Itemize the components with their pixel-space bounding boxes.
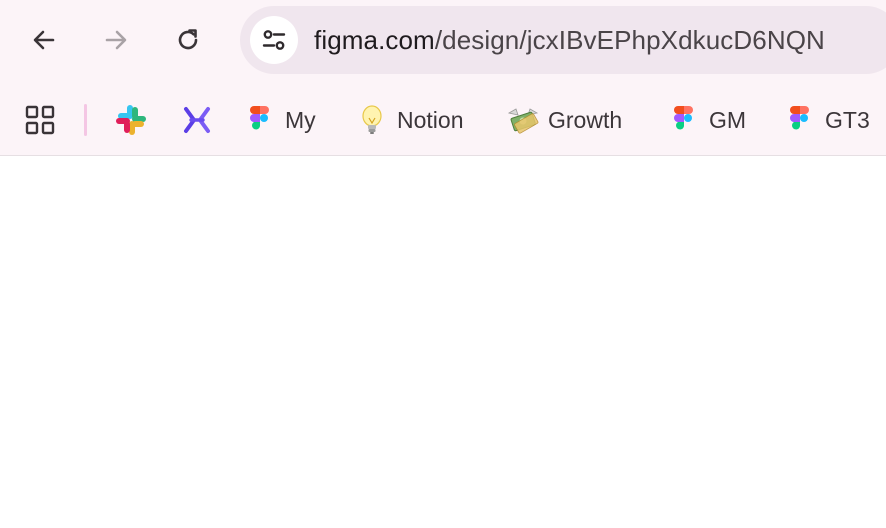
figma-icon bbox=[783, 103, 817, 137]
url-text[interactable]: figma.com/design/jcxIBvEPhpXdkucD6NQN bbox=[314, 24, 825, 56]
figma-icon bbox=[243, 103, 277, 137]
bookmark-label: My bbox=[285, 106, 316, 133]
bookmark-label: GM bbox=[709, 106, 747, 133]
bookmark-label: Growth bbox=[548, 106, 623, 133]
bookmark-gt3[interactable]: GT3 bbox=[783, 100, 870, 140]
bookmark-gm[interactable]: GM bbox=[667, 100, 746, 140]
forward-button[interactable] bbox=[96, 20, 136, 60]
bookmark-label: GT3 bbox=[825, 106, 870, 133]
bookmarks-bar: My Notion Growth GM GT3 bbox=[0, 94, 886, 146]
apps-grid-icon bbox=[25, 105, 55, 135]
arrow-right-icon bbox=[105, 30, 127, 50]
navigation-toolbar: figma.com/design/jcxIBvEPhpXdkucD6NQN bbox=[0, 0, 886, 82]
address-bar[interactable]: figma.com/design/jcxIBvEPhpXdkucD6NQN bbox=[240, 6, 886, 74]
slack-icon bbox=[114, 103, 148, 137]
url-domain: figma.com bbox=[314, 25, 435, 55]
bookmark-slack[interactable] bbox=[114, 100, 148, 140]
reload-icon bbox=[178, 29, 198, 50]
bookmark-x-logo[interactable] bbox=[180, 100, 214, 140]
lightbulb-icon bbox=[355, 103, 389, 137]
bookmark-my[interactable]: My bbox=[243, 100, 316, 140]
tune-icon bbox=[262, 30, 286, 50]
reload-button[interactable] bbox=[168, 20, 208, 60]
site-info-button[interactable] bbox=[250, 16, 298, 64]
back-button[interactable] bbox=[24, 20, 64, 60]
bookmark-notion[interactable]: Notion bbox=[355, 100, 463, 140]
page-content bbox=[0, 156, 886, 528]
bookmark-label: Notion bbox=[397, 106, 464, 133]
figma-icon bbox=[667, 103, 701, 137]
money-with-wings-icon bbox=[506, 103, 540, 137]
arrow-left-icon bbox=[33, 30, 55, 50]
browser-chrome: figma.com/design/jcxIBvEPhpXdkucD6NQN My… bbox=[0, 0, 886, 156]
url-path: /design/jcxIBvEPhpXdkucD6NQN bbox=[434, 25, 825, 55]
bookmark-growth[interactable]: Growth bbox=[506, 100, 622, 140]
apps-button[interactable] bbox=[22, 104, 58, 136]
x-logo-icon bbox=[180, 103, 214, 137]
bookmarks-divider bbox=[84, 104, 87, 136]
